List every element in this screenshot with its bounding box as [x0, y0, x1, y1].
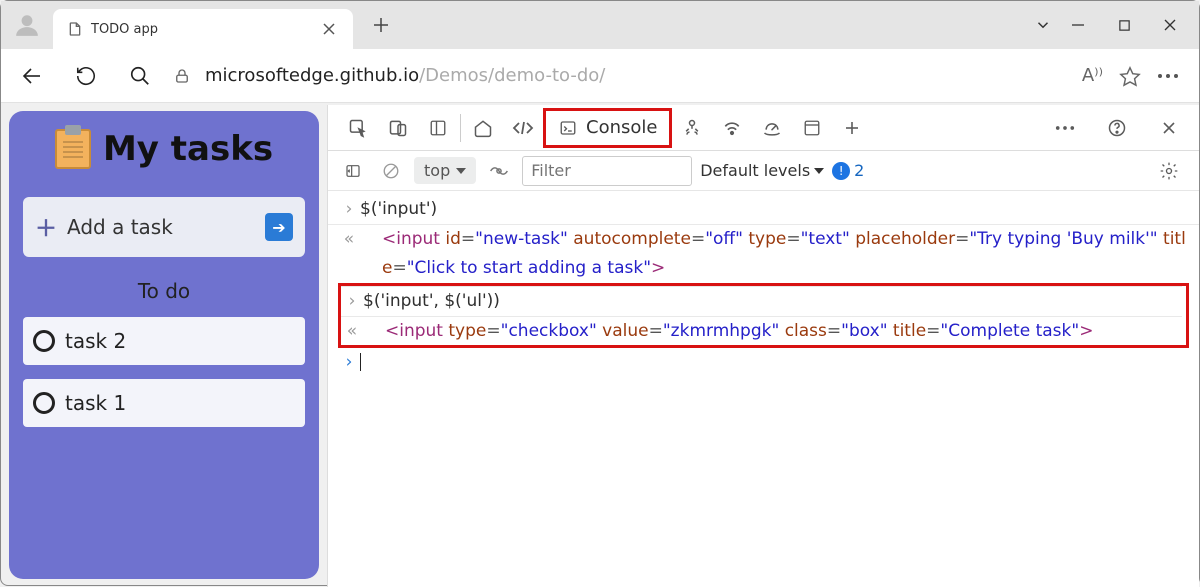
app-title: My tasks — [103, 129, 273, 169]
console-settings-icon[interactable] — [1149, 151, 1189, 191]
panel-layout-icon[interactable] — [418, 108, 458, 148]
add-task-card[interactable]: ＋ Add a task ➔ — [23, 197, 305, 257]
profile-icon[interactable] — [9, 7, 45, 43]
console-prompt[interactable] — [360, 348, 361, 377]
todo-app-panel: My tasks ＋ Add a task ➔ To do task 2 tas… — [9, 111, 319, 579]
content-area: My tasks ＋ Add a task ➔ To do task 2 tas… — [1, 103, 1199, 587]
input-chevron-icon: › — [341, 287, 363, 316]
devtools-tabstrip: Console — [328, 105, 1199, 151]
sources-tab-icon[interactable] — [672, 108, 712, 148]
console-output-line: <input id="new-task" autocomplete="off" … — [360, 225, 1189, 283]
inspect-element-icon[interactable] — [338, 108, 378, 148]
device-toggle-icon[interactable] — [378, 108, 418, 148]
window-controls — [1055, 5, 1199, 45]
task-checkbox[interactable] — [33, 330, 55, 352]
welcome-tab-icon[interactable] — [463, 108, 503, 148]
section-heading: To do — [23, 279, 305, 303]
chevron-down-icon[interactable] — [1031, 13, 1055, 37]
task-label: task 2 — [65, 329, 126, 353]
devtools-panel: Console top Default levels !2 — [327, 105, 1199, 587]
search-button[interactable] — [119, 55, 161, 97]
console-output-line: <input type="checkbox" value="zkmrmhpgk"… — [363, 317, 1093, 346]
tab-close-button[interactable] — [319, 19, 339, 39]
console-icon — [558, 119, 578, 137]
task-checkbox[interactable] — [33, 392, 55, 414]
input-chevron-icon: › — [338, 195, 360, 224]
task-item[interactable]: task 1 — [23, 379, 305, 427]
task-label: task 1 — [65, 391, 126, 415]
minimize-button[interactable] — [1055, 5, 1101, 45]
close-window-button[interactable] — [1147, 5, 1193, 45]
favorite-icon[interactable] — [1119, 65, 1141, 87]
more-icon[interactable] — [1157, 73, 1179, 79]
console-input-line: $('input') — [360, 195, 437, 224]
window-titlebar: TODO app — [1, 1, 1199, 49]
network-tab-icon[interactable] — [712, 108, 752, 148]
highlight-annotation: › $('input', $('ul')) « <input type="che… — [338, 283, 1189, 349]
more-tabs-button[interactable] — [832, 108, 872, 148]
context-selector[interactable]: top — [414, 157, 476, 184]
refresh-button[interactable] — [65, 55, 107, 97]
clipboard-icon — [55, 129, 91, 169]
add-task-label: Add a task — [67, 215, 173, 239]
elements-tab-icon[interactable] — [503, 108, 543, 148]
plus-icon: ＋ — [35, 211, 57, 243]
application-tab-icon[interactable] — [792, 108, 832, 148]
devtools-close-icon[interactable] — [1149, 108, 1189, 148]
address-bar[interactable]: microsoftedge.github.io/Demos/demo-to-do… — [173, 65, 1070, 86]
file-icon — [67, 21, 83, 37]
url-text: microsoftedge.github.io/Demos/demo-to-do… — [205, 65, 605, 86]
help-icon[interactable] — [1097, 108, 1137, 148]
prompt-chevron-icon: › — [338, 348, 360, 377]
back-button[interactable] — [11, 55, 53, 97]
live-expression-icon[interactable] — [484, 151, 514, 191]
console-sidebar-toggle[interactable] — [338, 151, 368, 191]
tab-title: TODO app — [91, 22, 311, 37]
console-tab[interactable]: Console — [543, 108, 672, 148]
devtools-more-icon[interactable] — [1045, 108, 1085, 148]
filter-input[interactable] — [522, 156, 692, 186]
submit-task-button[interactable]: ➔ — [265, 213, 293, 241]
issue-dot-icon: ! — [832, 162, 850, 180]
output-chevron-icon: « — [341, 317, 363, 346]
console-tab-label: Console — [586, 117, 657, 138]
output-chevron-icon: « — [338, 225, 360, 283]
issues-badge[interactable]: !2 — [832, 161, 864, 180]
console-input-line: $('input', $('ul')) — [363, 287, 500, 316]
browser-toolbar: microsoftedge.github.io/Demos/demo-to-do… — [1, 49, 1199, 103]
log-levels-selector[interactable]: Default levels — [700, 161, 824, 180]
console-toolbar: top Default levels !2 — [328, 151, 1199, 191]
task-item[interactable]: task 2 — [23, 317, 305, 365]
read-aloud-icon[interactable]: A⁾⁾ — [1082, 65, 1103, 86]
maximize-button[interactable] — [1101, 5, 1147, 45]
clear-console-icon[interactable] — [376, 151, 406, 191]
performance-tab-icon[interactable] — [752, 108, 792, 148]
lock-icon — [173, 67, 193, 85]
console-output[interactable]: › $('input') « <input id="new-task" auto… — [328, 191, 1199, 377]
browser-tab[interactable]: TODO app — [53, 9, 353, 49]
new-tab-button[interactable] — [363, 7, 399, 43]
